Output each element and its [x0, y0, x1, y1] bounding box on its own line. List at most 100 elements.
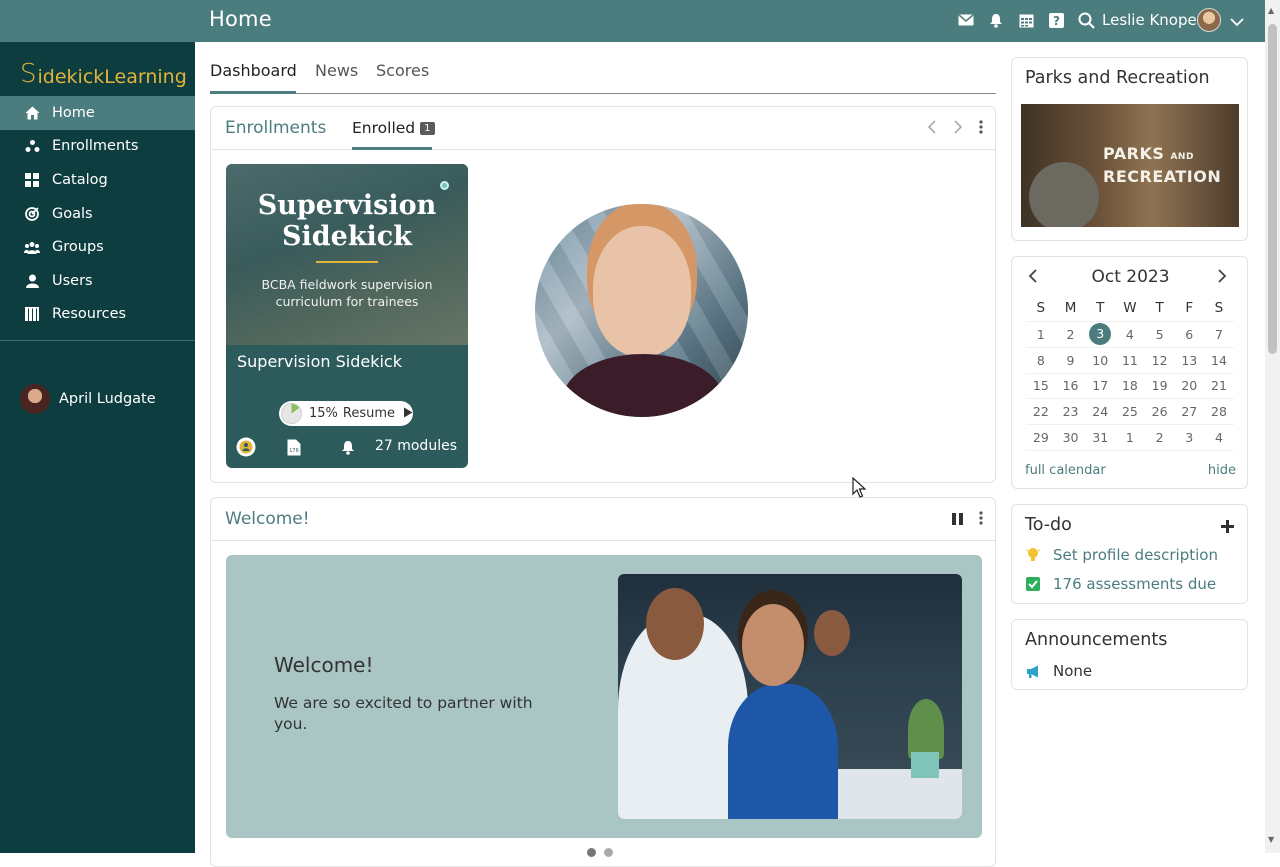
- add-icon[interactable]: [1221, 514, 1234, 538]
- todo-item[interactable]: 176 assessments due: [1025, 575, 1216, 593]
- help-icon[interactable]: ?: [1046, 10, 1066, 30]
- calendar-day[interactable]: 4: [1204, 430, 1234, 445]
- calendar-day[interactable]: 26: [1145, 404, 1175, 419]
- announcement-item: None: [1025, 662, 1092, 680]
- calendar-day[interactable]: 1: [1026, 327, 1056, 342]
- calendar-day[interactable]: 27: [1174, 404, 1204, 419]
- calendar-day[interactable]: 24: [1085, 404, 1115, 419]
- calendar-day[interactable]: 22: [1026, 404, 1056, 419]
- course-card-footer: 176 27 modules: [226, 435, 468, 459]
- calendar-icon[interactable]: [1016, 10, 1036, 30]
- sidebar-item-goals[interactable]: Goals: [0, 197, 195, 231]
- calendar-day[interactable]: 10: [1085, 353, 1115, 368]
- tab-enrollments[interactable]: Enrollments: [225, 118, 326, 138]
- hide-calendar-link[interactable]: hide: [1208, 463, 1236, 478]
- page-scrollbar[interactable]: ▲ ▼: [1265, 0, 1280, 853]
- sidebar-item-enrollments[interactable]: Enrollments: [0, 130, 195, 164]
- resume-button[interactable]: 15% Resume: [279, 401, 413, 426]
- calendar-day[interactable]: 15: [1026, 378, 1056, 393]
- sidebar-user[interactable]: April Ludgate: [20, 384, 156, 414]
- course-card[interactable]: Supervision Sidekick BCBA fieldwork supe…: [226, 164, 468, 468]
- search-icon[interactable]: [1076, 10, 1096, 30]
- welcome-panel-title: Welcome!: [225, 509, 310, 529]
- chevron-right-icon[interactable]: [953, 119, 963, 138]
- scroll-down-icon[interactable]: ▼: [1268, 835, 1274, 844]
- user-name[interactable]: Leslie Knope: [1102, 11, 1197, 29]
- todo-item-label: Set profile description: [1053, 546, 1218, 564]
- bell-icon[interactable]: [338, 437, 358, 457]
- calendar-day[interactable]: 2: [1145, 430, 1175, 445]
- parks-image[interactable]: PARKS AND RECREATION: [1021, 104, 1239, 227]
- calendar-day[interactable]: 18: [1115, 378, 1145, 393]
- tab-enrolled-label: Enrolled: [352, 119, 416, 137]
- calendar-day[interactable]: 11: [1115, 353, 1145, 368]
- sidebar-item-groups[interactable]: Groups: [0, 230, 195, 264]
- calendar-day[interactable]: 29: [1026, 430, 1056, 445]
- sidebar-item-label: Goals: [52, 205, 93, 222]
- calendar-day[interactable]: 19: [1145, 378, 1175, 393]
- chevron-down-icon[interactable]: [1230, 12, 1244, 31]
- calendar-weekday: T: [1155, 300, 1164, 316]
- full-calendar-link[interactable]: full calendar: [1025, 463, 1106, 478]
- pause-icon[interactable]: [952, 510, 963, 529]
- calendar-day[interactable]: 14: [1204, 353, 1234, 368]
- calendar-day[interactable]: 5: [1145, 327, 1175, 342]
- parks-panel: Parks and Recreation PARKS AND RECREATIO…: [1011, 57, 1248, 241]
- tab-enrolled[interactable]: Enrolled 1: [352, 119, 435, 137]
- calendar-day-label: 5: [1155, 326, 1164, 342]
- calendar-day[interactable]: 21: [1204, 378, 1234, 393]
- calendar-day-label: 3: [1185, 430, 1194, 446]
- calendar-day[interactable]: 28: [1204, 404, 1234, 419]
- calendar-day[interactable]: 7: [1204, 327, 1234, 342]
- medal-icon[interactable]: [236, 437, 256, 457]
- more-vertical-icon[interactable]: [979, 119, 983, 138]
- sidebar-item-resources[interactable]: Resources: [0, 298, 195, 332]
- avatar[interactable]: [1197, 8, 1221, 32]
- calendar-day[interactable]: 31: [1085, 430, 1115, 445]
- calendar-day[interactable]: 1: [1115, 430, 1145, 445]
- calendar-day[interactable]: 8: [1026, 353, 1056, 368]
- calendar-day[interactable]: 25: [1115, 404, 1145, 419]
- calendar-day-label: 12: [1151, 352, 1168, 368]
- bell-icon[interactable]: [986, 10, 1006, 30]
- resources-icon: [24, 306, 40, 322]
- more-vertical-icon[interactable]: [979, 510, 983, 529]
- calendar-day-label: 11: [1121, 352, 1138, 368]
- calendar-day[interactable]: 23: [1056, 404, 1086, 419]
- sidebar-item-catalog[interactable]: Catalog: [0, 163, 195, 197]
- calendar-day[interactable]: 13: [1174, 353, 1204, 368]
- logo[interactable]: Sidekick Learning: [20, 52, 187, 88]
- scrollbar-thumb[interactable]: [1268, 24, 1277, 354]
- calendar-day[interactable]: 6: [1174, 327, 1204, 342]
- sidebar-item-label: Resources: [52, 306, 127, 323]
- chevron-right-icon[interactable]: [1217, 268, 1227, 287]
- tab-news[interactable]: News: [315, 61, 358, 80]
- header-icons: ?: [956, 10, 1096, 30]
- calendar-day[interactable]: 30: [1056, 430, 1086, 445]
- calendar-day[interactable]: 9: [1056, 353, 1086, 368]
- welcome-banner: Welcome! We are so excited to partner wi…: [226, 555, 982, 838]
- sidebar-item-home[interactable]: Home: [0, 96, 195, 130]
- top-bar: Home ? Leslie Knope: [0, 0, 1265, 42]
- tab-scores[interactable]: Scores: [376, 61, 429, 80]
- calendar-week-row: 29 30 31 1 2 3 4: [1026, 425, 1234, 451]
- calendar-day[interactable]: 3: [1174, 430, 1204, 445]
- avatar: [20, 384, 50, 414]
- calendar-day[interactable]: 4: [1115, 327, 1145, 342]
- scroll-up-icon[interactable]: ▲: [1268, 6, 1274, 15]
- todo-item[interactable]: Set profile description: [1025, 546, 1218, 564]
- sidebar-item-label: Home: [52, 104, 95, 121]
- calendar-day[interactable]: 3: [1085, 323, 1115, 346]
- chevron-left-icon[interactable]: [927, 119, 937, 138]
- calendar-day[interactable]: 20: [1174, 378, 1204, 393]
- calendar-day-label: 14: [1211, 352, 1227, 368]
- calendar-day[interactable]: 12: [1145, 353, 1175, 368]
- calendar-day[interactable]: 2: [1056, 327, 1086, 342]
- document-icon[interactable]: 176: [284, 437, 304, 457]
- calendar-day[interactable]: 17: [1085, 378, 1115, 393]
- intro-video-thumbnail[interactable]: [535, 204, 748, 417]
- tab-dashboard[interactable]: Dashboard: [210, 61, 297, 80]
- calendar-day[interactable]: 16: [1056, 378, 1086, 393]
- sidebar-item-users[interactable]: Users: [0, 264, 195, 298]
- mail-icon[interactable]: [956, 10, 976, 30]
